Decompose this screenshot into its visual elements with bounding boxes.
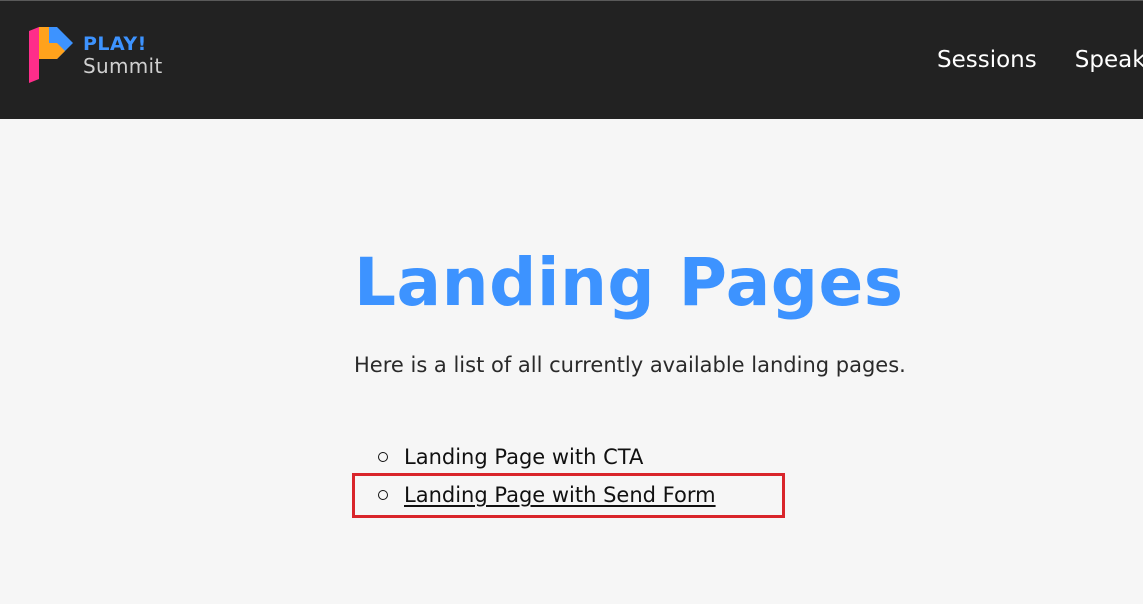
main-nav: Sessions Speakers xyxy=(937,45,1143,75)
list-item: Landing Page with CTA xyxy=(354,438,1114,476)
page-title: Landing Pages xyxy=(354,244,904,321)
nav-link-speakers[interactable]: Speakers xyxy=(1075,45,1143,75)
list-item: Landing Page with Send Form xyxy=(354,476,1114,514)
landing-page-send-form-link[interactable]: Landing Page with Send Form xyxy=(404,483,716,507)
nav-link-sessions[interactable]: Sessions xyxy=(937,45,1037,75)
landing-page-list: Landing Page with CTA Landing Page with … xyxy=(354,438,1114,514)
bullet-icon xyxy=(378,490,388,500)
landing-page-cta-link[interactable]: Landing Page with CTA xyxy=(404,445,643,469)
top-navigation-bar: PLAY! Summit Sessions Speakers xyxy=(0,0,1143,119)
bullet-icon xyxy=(378,452,388,462)
play-summit-logo-icon xyxy=(29,27,73,83)
main-content: Landing Pages Here is a list of all curr… xyxy=(354,240,1114,514)
logo-text-summit: Summit xyxy=(83,54,163,78)
intro-text: Here is a list of all currently availabl… xyxy=(354,353,906,377)
play-summit-logo[interactable]: PLAY! Summit xyxy=(27,25,177,85)
logo-text-play: PLAY! xyxy=(83,33,147,55)
